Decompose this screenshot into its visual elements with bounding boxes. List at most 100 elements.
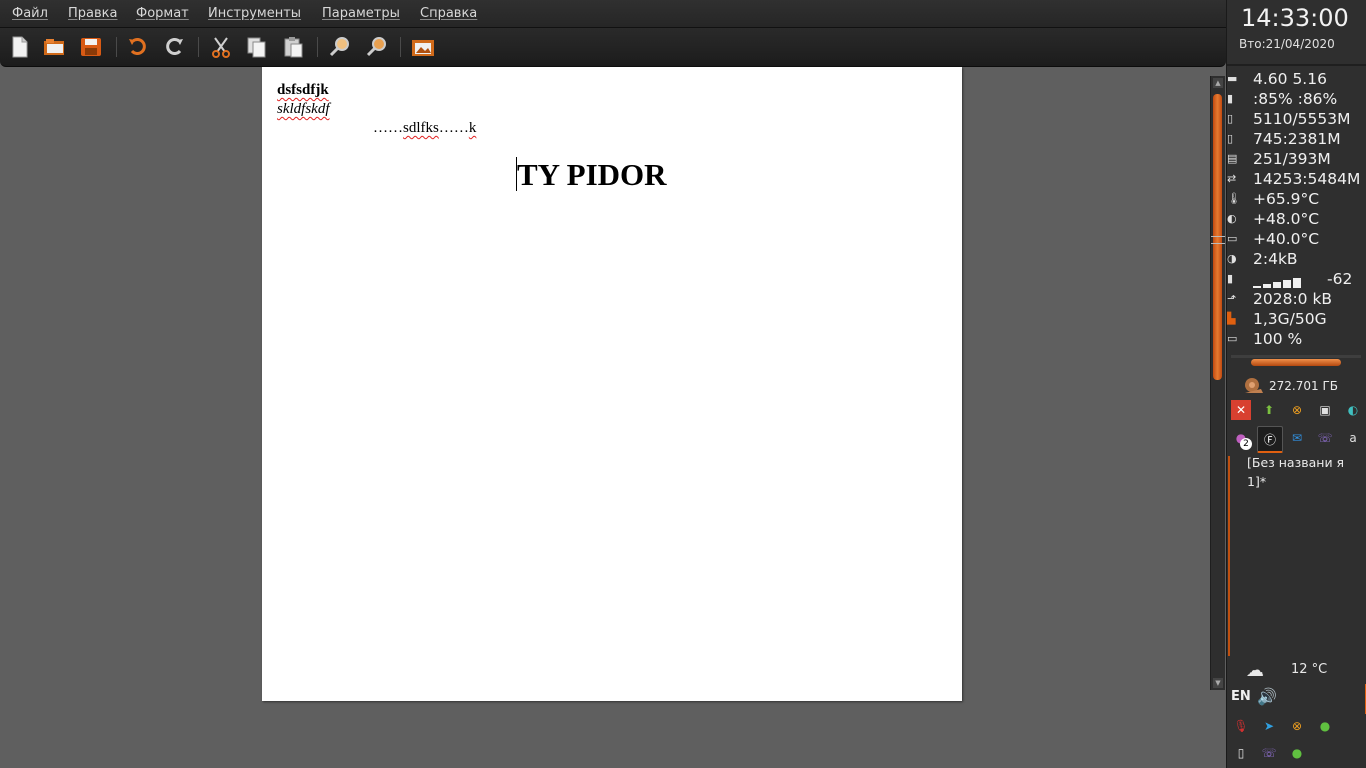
cloud-icon[interactable]: ☁ <box>1245 660 1265 681</box>
stat-disk-usage: ▙ 1,3G/50G <box>1227 310 1366 330</box>
cpu-load-icon: ▬ <box>1227 72 1238 85</box>
viber-icon[interactable]: ☏ <box>1315 428 1335 448</box>
menu-bar: Файл Правка Формат Инструменты Параметры… <box>0 0 1226 28</box>
volume-icon[interactable]: 🔊 <box>1257 686 1277 706</box>
memory-icon: ▯ <box>1227 112 1234 125</box>
update-arrow-icon[interactable]: ⬆ <box>1259 400 1279 420</box>
system-panel: 14:33:00 Вто:21/04/2020 ▬ 4.60 5.16 ▮ :8… <box>1226 0 1366 768</box>
language-indicator[interactable]: EN <box>1231 689 1251 704</box>
insert-image-icon <box>412 40 434 56</box>
telegram-icon[interactable]: ➤ <box>1259 716 1279 736</box>
toolbar-separator <box>317 37 318 57</box>
chat-online-icon[interactable]: ● <box>1287 743 1307 763</box>
stat-battery: ▭ 100 % <box>1227 330 1366 350</box>
toolbar-separator <box>400 37 401 57</box>
traffic-icon: ◑ <box>1227 252 1237 265</box>
menu-format[interactable]: Формат <box>136 6 189 21</box>
clock-time[interactable]: 14:33:00 <box>1241 4 1349 32</box>
stat-wifi: ▮ -62 <box>1227 270 1366 290</box>
stat-cache: ▤ 251/393M <box>1227 150 1366 170</box>
cut-icon <box>212 37 230 58</box>
gpu-temp-icon: ◐ <box>1227 212 1237 225</box>
phone-icon[interactable]: ▯ <box>1231 743 1251 763</box>
active-app-icon[interactable]: Ⓕ <box>1257 426 1283 453</box>
stat-disk-temp-text: +40.0°C <box>1253 230 1320 248</box>
zoom-in-icon <box>329 37 349 57</box>
mail-icon[interactable]: ✉ <box>1287 428 1307 448</box>
stat-cpu-temp: 🌡 +65.9°C <box>1227 190 1366 210</box>
cut-button[interactable] <box>208 35 234 59</box>
menu-tools[interactable]: Инструменты <box>208 6 301 21</box>
save-icon <box>81 38 101 56</box>
app-xc-icon[interactable]: ✕ <box>1231 400 1251 420</box>
task-label[interactable]: [Без названи я 1]* <box>1247 453 1357 491</box>
terminal-icon[interactable]: ▣ <box>1315 400 1335 420</box>
zoom-in-button[interactable] <box>327 35 353 59</box>
stat-traffic-text: 2:4kB <box>1253 250 1298 268</box>
cpu-usage-icon: ▮ <box>1227 92 1234 105</box>
doc-line-italic[interactable]: skldfskdf <box>277 101 330 118</box>
paste-button[interactable] <box>280 35 306 59</box>
menu-file[interactable]: Файл <box>12 6 48 21</box>
toolbar <box>0 28 1226 67</box>
redo-icon <box>166 38 183 55</box>
open-folder-icon <box>44 39 64 55</box>
open-button[interactable] <box>42 35 68 59</box>
crossover-tray-icon[interactable]: ⊗ <box>1287 716 1307 736</box>
microphone-icon[interactable]: 🎙 <box>1231 716 1251 736</box>
messenger-badge-icon[interactable]: ● 2 <box>1231 428 1252 450</box>
menu-help[interactable]: Справка <box>420 6 477 21</box>
scroll-down-arrow-icon[interactable]: ▼ <box>1213 678 1223 688</box>
new-document-button[interactable] <box>7 35 33 59</box>
save-button[interactable] <box>78 35 104 59</box>
stat-cpu-temp-text: +65.9°C <box>1253 190 1320 208</box>
stat-upload-text: 2028:0 kB <box>1253 290 1333 308</box>
notification-badge: 2 <box>1240 438 1252 450</box>
crossover-icon[interactable]: ⊗ <box>1287 400 1307 420</box>
stat-disk-temp: ▭ +40.0°C <box>1227 230 1366 250</box>
document-page[interactable]: dsfsdfjk skldfskdf ……sdlfks……k TY PIDOR <box>262 67 962 701</box>
panel-divider <box>1227 64 1366 66</box>
doc-heading[interactable]: TY PIDOR <box>517 157 667 193</box>
stat-network: ⇄ 14253:5484M <box>1227 170 1366 190</box>
toolbar-separator <box>116 37 117 57</box>
scroll-grip <box>1211 236 1225 244</box>
keyboard-layout-icon[interactable]: a <box>1343 428 1363 448</box>
doc-letter-k: k <box>468 120 477 136</box>
wifi-signal-icon: ▮ <box>1227 272 1234 285</box>
vertical-scrollbar[interactable]: ▲ ▼ <box>1210 76 1225 690</box>
menu-settings[interactable]: Параметры <box>322 6 400 21</box>
moon-icon[interactable]: ◐ <box>1343 400 1363 420</box>
zoom-out-button[interactable] <box>364 35 390 59</box>
stat-upload: ⬏ 2028:0 kB <box>1227 290 1366 310</box>
network-icon: ⇄ <box>1227 172 1237 185</box>
stat-swap-text: 745:2381M <box>1253 130 1341 148</box>
zoom-out-icon <box>366 37 386 57</box>
stat-cpu: ▮ :85% :86% <box>1227 90 1366 110</box>
chat-status-icon[interactable]: ● <box>1315 716 1335 736</box>
copy-button[interactable] <box>244 35 270 59</box>
text-cursor <box>516 157 517 191</box>
redo-button[interactable] <box>161 35 187 59</box>
viber-tray-icon[interactable]: ☏ <box>1259 743 1279 763</box>
weather-temperature: 12 °C <box>1291 662 1328 677</box>
insert-image-button[interactable] <box>410 35 436 59</box>
stat-disk-usage-text: 1,3G/50G <box>1253 310 1327 328</box>
doc-line-indented[interactable]: ……sdlfks……k <box>373 120 476 137</box>
battery-bar <box>1251 359 1341 366</box>
doc-line-bold[interactable]: dsfsdfjk <box>277 82 329 99</box>
undo-button[interactable] <box>125 35 151 59</box>
battery-bar-track <box>1231 355 1361 358</box>
stat-gpu-temp-text: +48.0°C <box>1253 210 1320 228</box>
stat-load-text: 4.60 5.16 <box>1253 70 1327 88</box>
stat-battery-text: 100 % <box>1253 330 1303 348</box>
temperature-icon: 🌡 <box>1227 192 1241 205</box>
toolbar-separator <box>198 37 199 57</box>
menu-edit[interactable]: Правка <box>68 6 117 21</box>
doc-word-sdlfks: sdlfks <box>403 120 439 136</box>
battery-icon: ▭ <box>1227 332 1238 345</box>
stat-wifi-text: -62 <box>1327 270 1353 288</box>
disk-temp-icon: ▭ <box>1227 232 1238 245</box>
stat-traffic: ◑ 2:4kB <box>1227 250 1366 270</box>
scroll-up-arrow-icon[interactable]: ▲ <box>1213 78 1223 88</box>
